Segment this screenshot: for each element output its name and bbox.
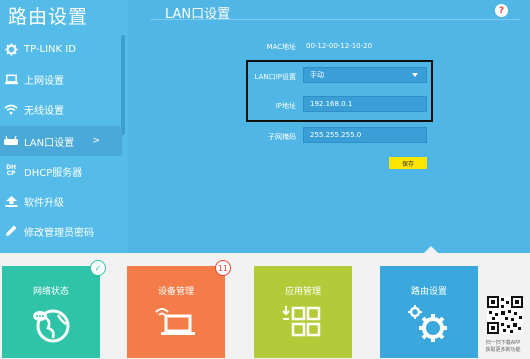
mac-label: MAC地址 — [266, 43, 296, 51]
sidebar-item-label: 修改管理员密码 — [24, 227, 94, 239]
gear-icon — [0, 42, 22, 56]
mask-label: 子网掩码 — [268, 133, 296, 141]
device-count-badge: 11 — [215, 260, 231, 276]
subnet-mask-input[interactable]: 255.255.255.0 — [303, 127, 427, 143]
tile-label: 设备管理 — [157, 287, 194, 297]
sidebar-item-label: 上网设置 — [24, 75, 64, 87]
sidebar-item-lan[interactable]: LAN口设置 > — [0, 126, 122, 156]
chevron-right-icon: > — [92, 136, 100, 146]
sidebar-item-label: 无线设置 — [24, 105, 64, 117]
pencil-icon — [0, 225, 22, 237]
tile-label: 路由设置 — [410, 287, 447, 297]
lan-ip-mode-select[interactable]: 手动 — [303, 67, 427, 83]
tile-label: 网络状态 — [32, 287, 69, 297]
dhcp-icon: DH CP — [5, 164, 16, 177]
ip-address-input[interactable]: 192.168.0.1 — [303, 96, 427, 112]
wifi-icon — [0, 104, 22, 115]
sidebar: 路由设置 TP-LINK ID 上网设置 无线设置 LAN口设置 > DH CP… — [0, 0, 128, 253]
lan-ip-mode-value: 手动 — [310, 71, 324, 79]
lan-ip-label: LAN口IP设置 — [254, 73, 296, 81]
upload-icon — [0, 195, 22, 207]
sidebar-item-internet[interactable]: 上网设置 — [0, 64, 122, 94]
ip-label: IP地址 — [275, 102, 296, 110]
sidebar-item-password[interactable]: 修改管理员密码 — [0, 216, 122, 246]
sidebar-item-tplink-id[interactable]: TP-LINK ID — [0, 34, 122, 64]
tile-network-status[interactable]: 网络状态 ✓ — [2, 260, 106, 358]
sidebar-title: 路由设置 — [8, 6, 89, 28]
check-badge-icon: ✓ — [90, 260, 106, 276]
qr-caption: 扫一扫下载APP 获取更多新功能 — [485, 340, 521, 353]
sidebar-item-upgrade[interactable]: 软件升级 — [0, 186, 122, 216]
save-button[interactable]: 保存 — [389, 157, 427, 169]
tile-app-management[interactable]: 应用管理 — [254, 266, 352, 358]
sidebar-item-wireless[interactable]: 无线设置 — [0, 94, 122, 124]
qr-code-image — [487, 296, 523, 334]
router-icon — [0, 136, 22, 146]
sidebar-item-label: TP-LINK ID — [24, 43, 76, 55]
laptop-wifi-icon — [154, 304, 198, 342]
tile-device-management[interactable]: 设备管理 11 — [127, 260, 231, 358]
tab-pointer — [424, 246, 438, 253]
sidebar-item-dhcp[interactable]: DH CP DHCP服务器 — [0, 156, 122, 186]
title-divider — [150, 19, 520, 20]
gears-icon — [407, 304, 451, 348]
tile-router-settings[interactable]: 路由设置 — [380, 266, 478, 358]
sidebar-item-label: DHCP服务器 — [24, 167, 83, 179]
sidebar-item-label: 软件升级 — [24, 197, 64, 209]
apps-grid-icon — [282, 304, 324, 348]
laptop-icon — [0, 74, 22, 85]
chevron-down-icon — [412, 73, 418, 77]
sidebar-item-label: LAN口设置 — [24, 137, 75, 149]
tile-label: 应用管理 — [284, 287, 321, 297]
mac-value: 00-12-00-12-10-20 — [306, 42, 373, 50]
help-icon[interactable]: ? — [495, 4, 508, 17]
globe-icon — [31, 304, 71, 348]
